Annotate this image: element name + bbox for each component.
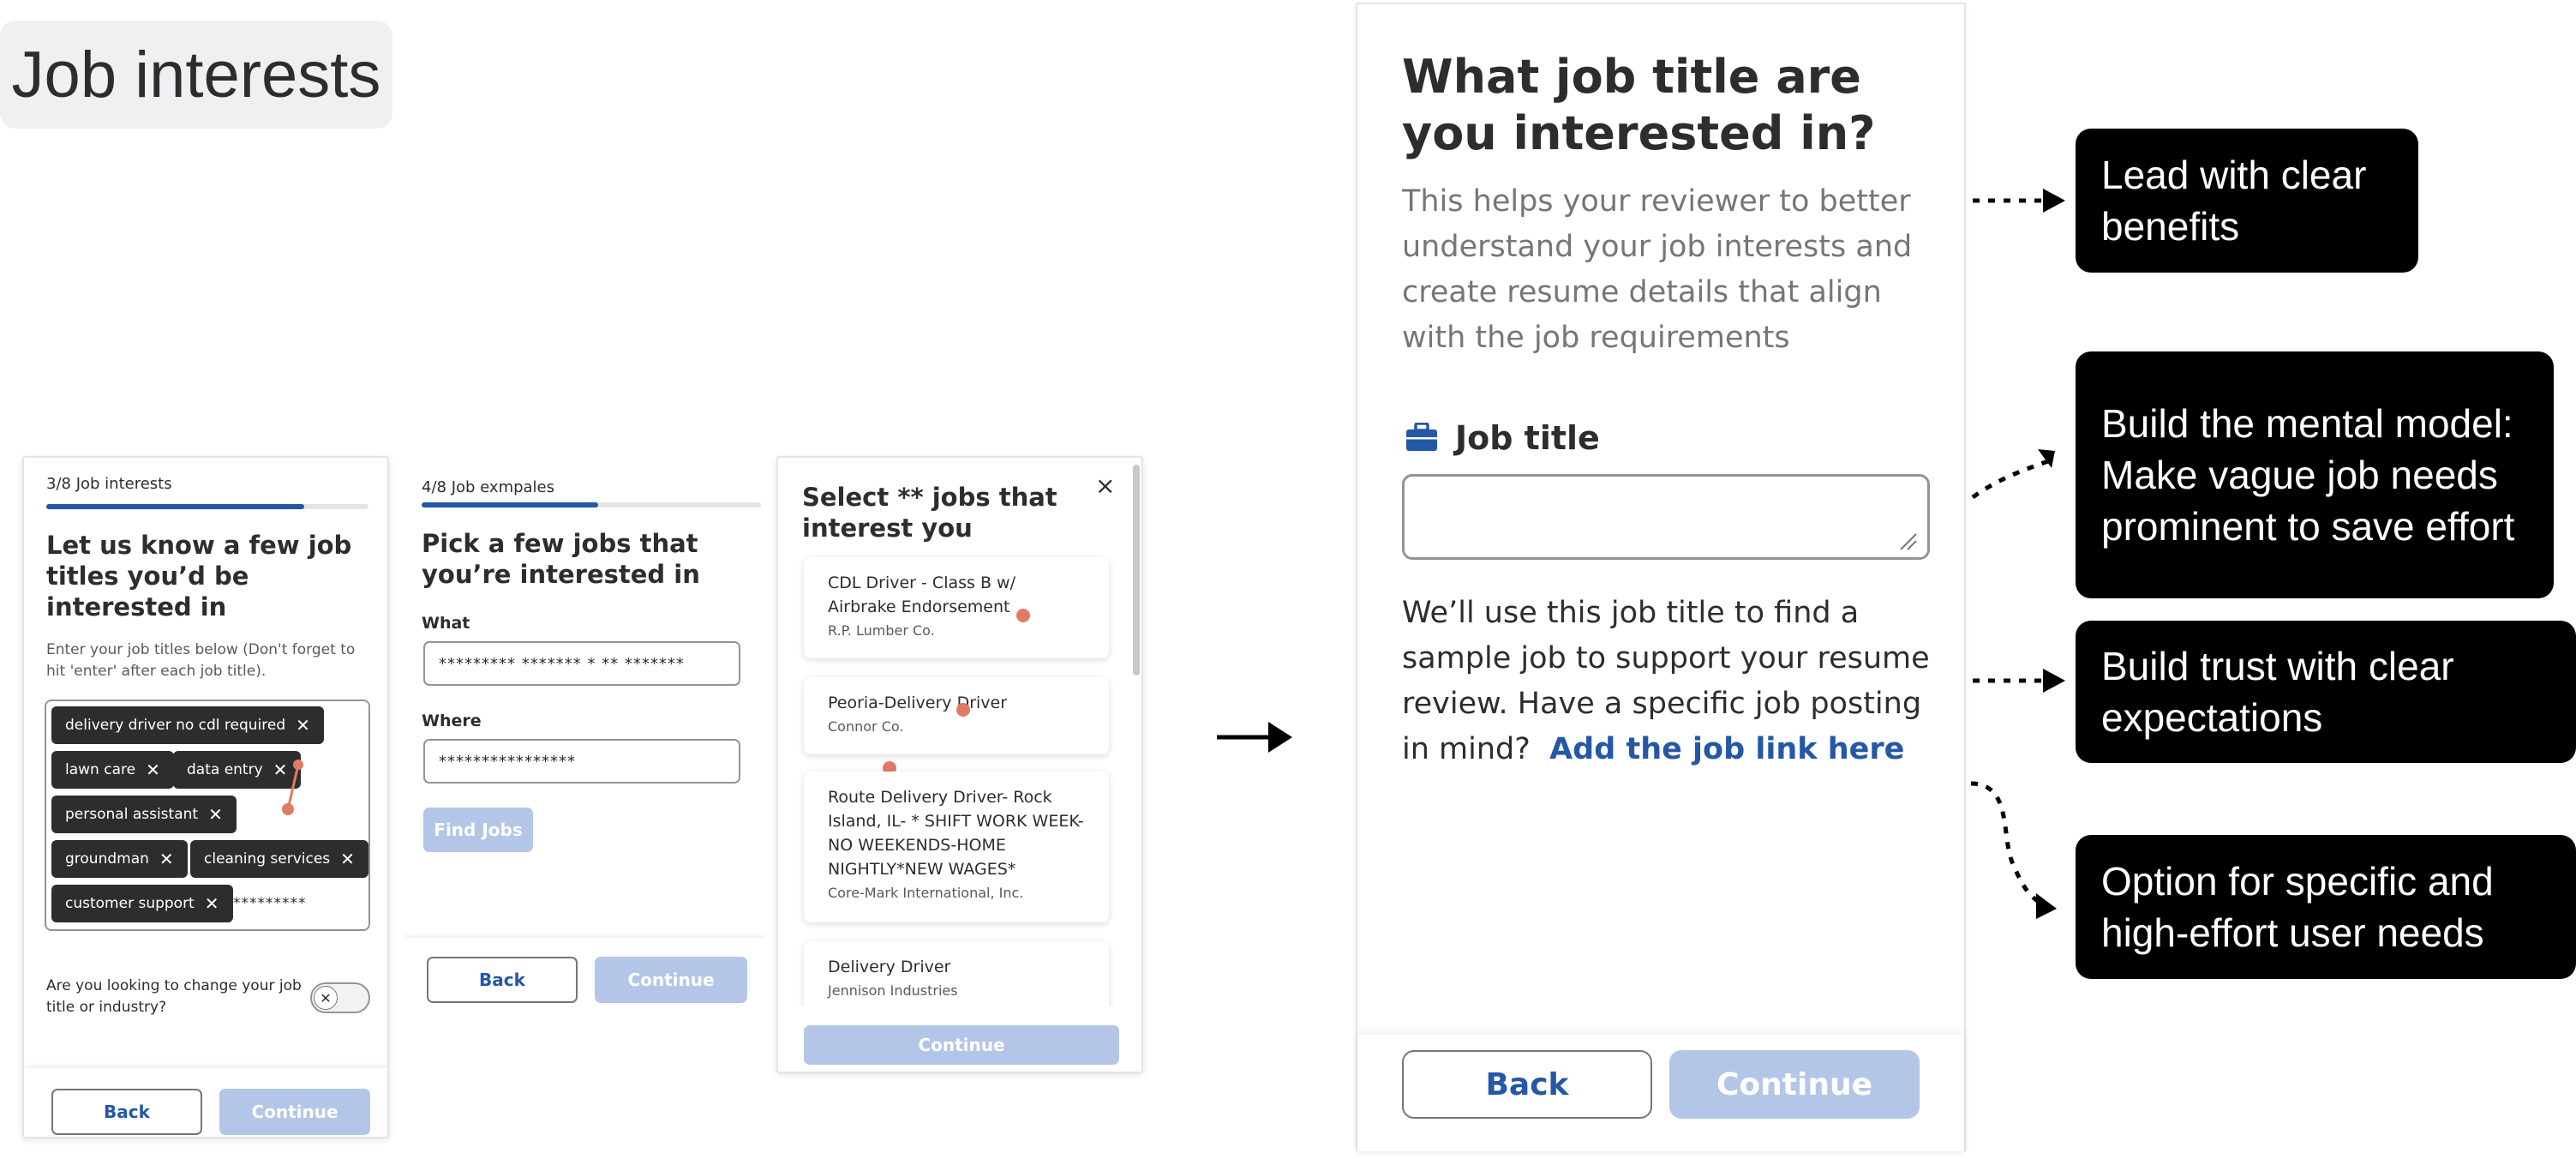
marker-dot bbox=[956, 703, 970, 717]
continue-button[interactable]: Continue bbox=[804, 1025, 1119, 1065]
annotation-high-effort: Option for specific and high-effort user… bbox=[2076, 835, 2576, 979]
continue-button[interactable]: Continue bbox=[595, 957, 747, 1003]
resize-handle-icon[interactable] bbox=[1896, 529, 1920, 553]
close-icon[interactable]: ✕ bbox=[208, 804, 223, 825]
screen-job-interests: 3/8 Job interests Let us know a few job … bbox=[22, 456, 389, 1138]
where-input[interactable]: **************** bbox=[423, 739, 740, 784]
chip-label: personal assistant bbox=[65, 806, 199, 823]
field-label: Job title bbox=[1455, 419, 1600, 457]
chip-label: data entry bbox=[187, 761, 263, 778]
right-arrow-icon bbox=[1217, 722, 1292, 753]
company-name: R.P. Lumber Co. bbox=[828, 622, 935, 639]
close-icon[interactable]: ✕ bbox=[340, 849, 355, 869]
close-icon[interactable]: ✕ bbox=[205, 893, 219, 914]
arrow-head bbox=[2043, 669, 2065, 693]
what-label: What bbox=[422, 614, 470, 633]
company-name: Connor Co. bbox=[828, 718, 904, 735]
back-button[interactable]: Back bbox=[51, 1089, 202, 1135]
close-icon: ✕ bbox=[320, 989, 332, 1006]
scrollbar[interactable] bbox=[1133, 465, 1140, 676]
marker-dot bbox=[1016, 609, 1030, 622]
chip-label: customer support bbox=[65, 895, 195, 912]
company-name: Core-Mark International, Inc. bbox=[828, 885, 1024, 901]
progress-label: 3/8 Job interests bbox=[46, 475, 172, 493]
job-card[interactable]: CDL Driver - Class B w/ Airbrake Endorse… bbox=[804, 557, 1109, 658]
what-input[interactable]: ********* ******* * ** ******* bbox=[423, 641, 740, 686]
close-icon[interactable]: × bbox=[1095, 471, 1115, 500]
progress-label: 4/8 Job exmpales bbox=[422, 478, 555, 496]
annotation-arrows bbox=[1970, 189, 2065, 919]
toggle-knob: ✕ bbox=[314, 986, 338, 1010]
info-text-block: We’ll use this job title to find a sampl… bbox=[1402, 591, 1933, 772]
continue-button[interactable]: Continue bbox=[1669, 1050, 1920, 1119]
job-title: Route Delivery Driver- Rock Island, IL- … bbox=[828, 788, 1084, 879]
chip[interactable]: customer support ✕ bbox=[51, 885, 233, 922]
chip[interactable]: groundman ✕ bbox=[51, 840, 188, 878]
arrow-head bbox=[2036, 893, 2057, 919]
arrow-head bbox=[2043, 189, 2065, 213]
job-title: Delivery Driver bbox=[828, 958, 951, 976]
toggle-question: Are you looking to change your job title… bbox=[46, 977, 302, 1016]
chip-label: cleaning services bbox=[204, 850, 331, 868]
chip[interactable]: cleaning services ✕ bbox=[190, 840, 368, 878]
chip[interactable]: lawn care ✕ bbox=[51, 751, 174, 789]
briefcase-icon bbox=[1405, 422, 1438, 455]
job-card[interactable]: Route Delivery Driver- Rock Island, IL- … bbox=[804, 772, 1109, 922]
progress-fill bbox=[422, 502, 598, 507]
screen-job-title-detail: What job title are you interested in? Th… bbox=[1356, 3, 1966, 1151]
chip-label: groundman bbox=[65, 850, 149, 868]
where-label: Where bbox=[422, 712, 482, 730]
change-industry-toggle[interactable]: ✕ bbox=[310, 982, 370, 1013]
chip-label: delivery driver no cdl required bbox=[65, 717, 286, 734]
find-jobs-button[interactable]: Find Jobs bbox=[423, 808, 533, 852]
chip-text-input[interactable]: ********* bbox=[233, 895, 307, 912]
progress-fill bbox=[46, 504, 304, 509]
back-button[interactable]: Back bbox=[427, 957, 578, 1003]
annotation-mental-model: Build the mental model: Make vague job n… bbox=[2076, 351, 2554, 598]
page-title: Job interests bbox=[0, 21, 392, 129]
modal-heading: Select ** jobs that interest you bbox=[802, 483, 1057, 543]
screen-heading: Pick a few jobs that you’re interested i… bbox=[422, 529, 700, 589]
screen-subtitle: This helps your reviewer to better under… bbox=[1402, 184, 1913, 355]
add-job-link[interactable]: Add the job link here bbox=[1549, 732, 1904, 766]
close-icon[interactable]: ✕ bbox=[296, 715, 310, 736]
job-title: CDL Driver - Class B w/ Airbrake Endorse… bbox=[828, 573, 1015, 616]
close-icon[interactable]: ✕ bbox=[146, 760, 160, 780]
screen-select-jobs: Select ** jobs that interest you × CDL D… bbox=[776, 456, 1143, 1073]
back-button[interactable]: Back bbox=[1402, 1050, 1652, 1119]
chip[interactable]: delivery driver no cdl required ✕ bbox=[51, 706, 324, 744]
annotation-build-trust: Build trust with clear expectations bbox=[2076, 621, 2576, 763]
screen-heading: What job title are you interested in? bbox=[1402, 50, 1876, 160]
chip[interactable]: personal assistant ✕ bbox=[51, 796, 237, 833]
progress-bar bbox=[46, 504, 368, 509]
job-title-input[interactable] bbox=[1402, 474, 1930, 560]
chip-label: lawn care bbox=[65, 761, 136, 778]
connector-mark bbox=[282, 760, 303, 815]
annotation-lead-benefits: Lead with clear benefits bbox=[2076, 129, 2418, 273]
screen-job-examples: 4/8 Job exmpales Pick a few jobs that yo… bbox=[404, 456, 766, 1013]
progress-bar bbox=[422, 502, 761, 507]
helper-text: Enter your job titles below (Don't forge… bbox=[46, 641, 356, 680]
close-icon[interactable]: ✕ bbox=[159, 849, 174, 869]
job-title-chip-input[interactable]: delivery driver no cdl required ✕ lawn ca… bbox=[45, 700, 370, 931]
company-name: Jennison Industries bbox=[828, 982, 958, 999]
arrow-head bbox=[2038, 449, 2055, 468]
continue-button[interactable]: Continue bbox=[219, 1089, 370, 1135]
job-card[interactable]: Peoria-Delivery Driver Connor Co. bbox=[804, 677, 1109, 754]
screen-heading: Let us know a few job titles you’d be in… bbox=[46, 531, 352, 622]
